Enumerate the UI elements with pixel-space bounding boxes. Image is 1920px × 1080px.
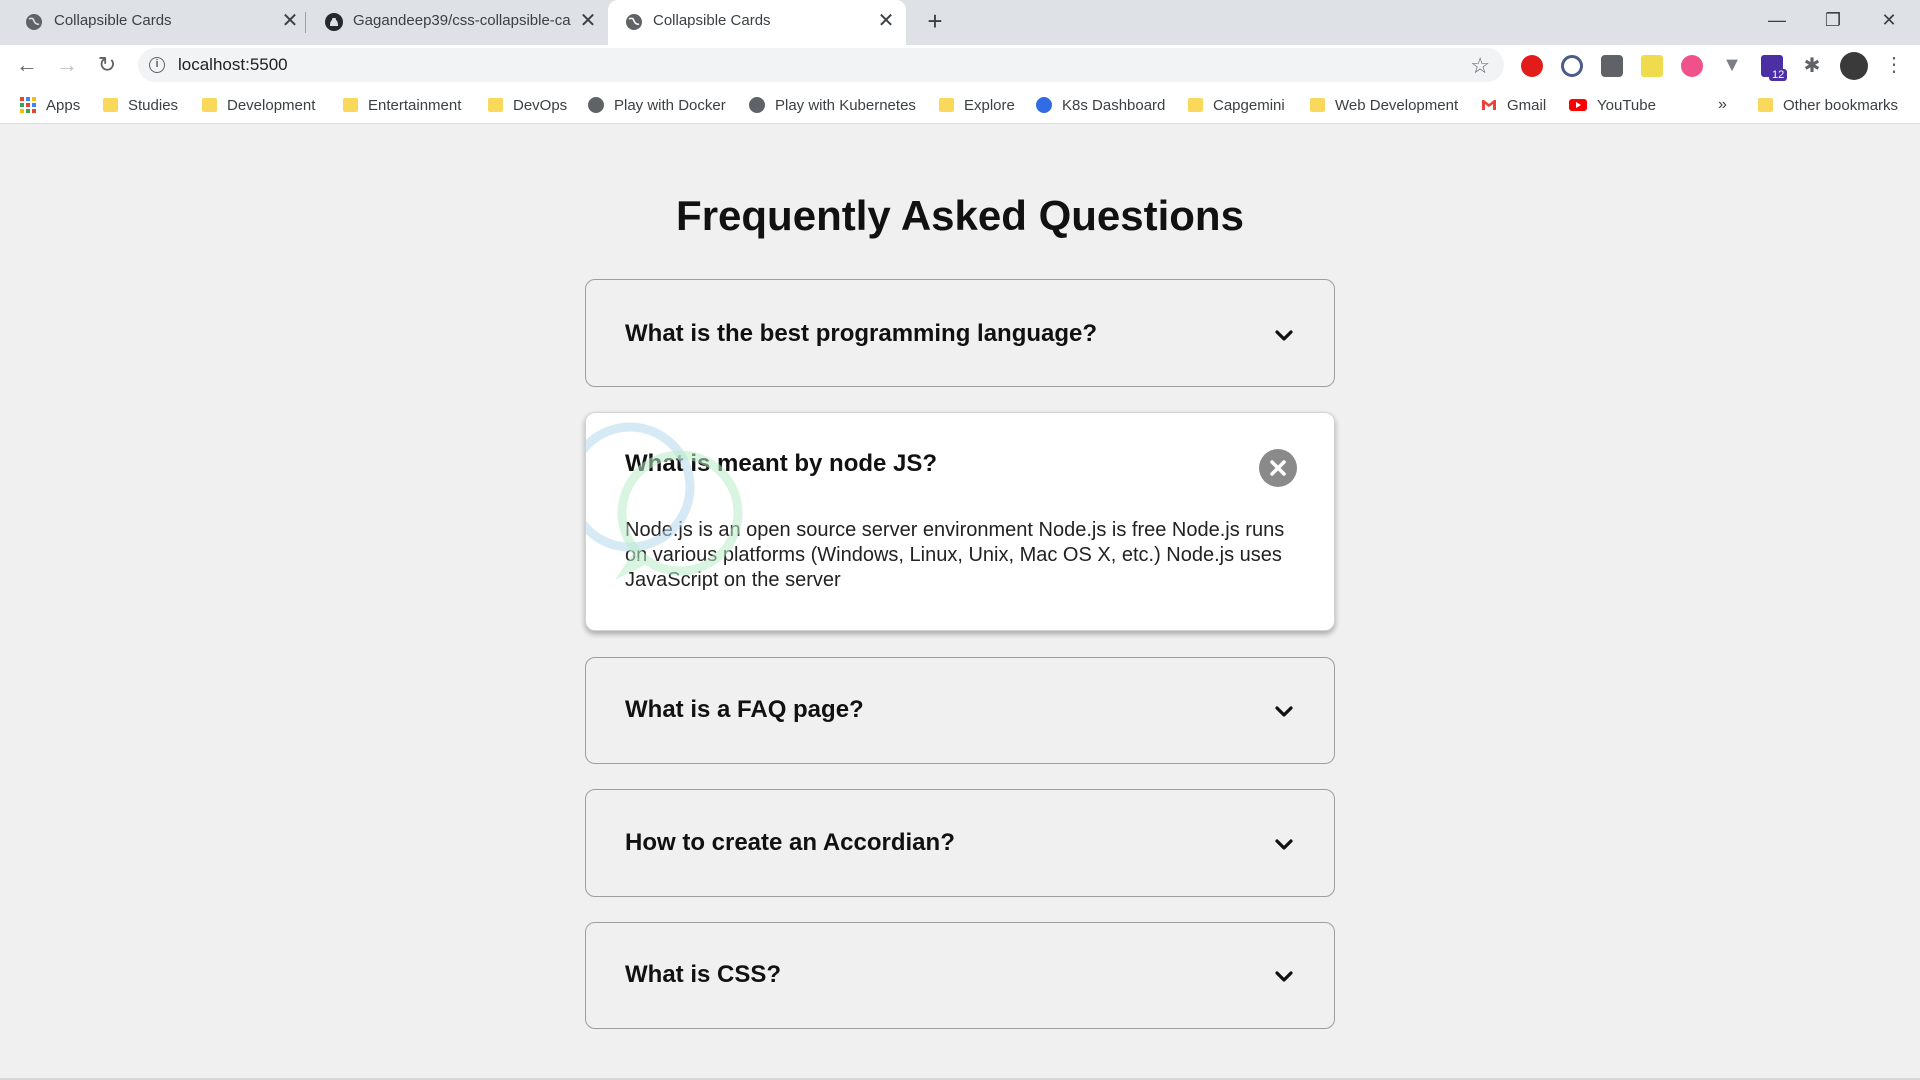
- faq-card[interactable]: What is the best programming language?: [585, 279, 1335, 387]
- bookmark-label: Other bookmarks: [1783, 96, 1899, 114]
- site-info-icon[interactable]: i: [149, 57, 165, 73]
- faq-card[interactable]: What is a FAQ page?: [585, 657, 1335, 764]
- folder-icon: [1310, 98, 1325, 112]
- chevron-down-icon[interactable]: [1272, 324, 1296, 348]
- faq-card[interactable]: What is CSS?: [585, 922, 1335, 1029]
- bookmark-explore[interactable]: Explore: [939, 95, 1015, 115]
- faq-card[interactable]: How to create an Accordian?: [585, 789, 1335, 897]
- bookmark-label: Entertainment: [368, 96, 462, 114]
- folder-icon: [343, 98, 358, 112]
- opera-extension-icon[interactable]: [1521, 55, 1543, 77]
- bookmark-play-with-kubernetes[interactable]: Play with Kubernetes: [749, 95, 916, 115]
- bookmark-studies[interactable]: Studies: [103, 95, 178, 115]
- avatar[interactable]: [1840, 52, 1868, 80]
- github-icon: [325, 13, 343, 31]
- bookmark-label: Web Development: [1335, 96, 1459, 114]
- forward-button[interactable]: →: [53, 51, 81, 79]
- folder-icon: [1758, 98, 1773, 112]
- gmail-icon: [1482, 100, 1496, 110]
- close-tab-icon[interactable]: ✕: [577, 10, 599, 32]
- page-title: Frequently Asked Questions: [676, 192, 1244, 239]
- folder-icon: [939, 98, 954, 112]
- faq-card-active[interactable]: What is meant by node JS? Node.js is an …: [585, 412, 1335, 631]
- globe-icon: [26, 14, 42, 30]
- bookmark-gmail[interactable]: Gmail: [1481, 95, 1546, 115]
- restore-button[interactable]: ❐: [1818, 5, 1848, 35]
- globe-icon: [749, 97, 765, 113]
- block-extension-icon[interactable]: [1561, 55, 1583, 77]
- tab-title: Gagandeep39/css-collapsible-ca: [353, 12, 571, 29]
- folder-icon: [103, 98, 118, 112]
- apps-grid-icon: [20, 97, 36, 113]
- faq-question: What is a FAQ page?: [625, 696, 864, 723]
- v-extension-icon[interactable]: ▼: [1721, 55, 1743, 77]
- bookmark-entertainment[interactable]: Entertainment: [343, 95, 461, 115]
- bookmark-label: Play with Docker: [614, 96, 726, 114]
- extension-icon[interactable]: [1601, 55, 1623, 77]
- bookmark-label: DevOps: [513, 96, 568, 114]
- url-text[interactable]: localhost:5500: [178, 55, 288, 75]
- faq-question: What is meant by node JS?: [625, 450, 938, 477]
- menu-kebab-icon[interactable]: ⋮: [1880, 51, 1908, 79]
- tab-strip: Collapsible Cards ✕ Gagandeep39/css-coll…: [0, 0, 1920, 45]
- browser-toolbar: ← → ↻ i localhost:5500 ☆ ▼ 12 ✱ ⋮: [0, 45, 1920, 85]
- folder-icon: [202, 98, 217, 112]
- close-tab-icon[interactable]: ✕: [875, 10, 897, 32]
- bookmark-k8s-dashboard[interactable]: K8s Dashboard: [1036, 95, 1165, 115]
- bookmark-web-development[interactable]: Web Development: [1310, 95, 1458, 115]
- address-bar[interactable]: i localhost:5500 ☆: [138, 48, 1504, 82]
- chevron-down-icon[interactable]: [1272, 700, 1296, 724]
- bookmark-youtube[interactable]: YouTube: [1569, 95, 1656, 115]
- extension-badge: 12: [1769, 69, 1788, 81]
- tab-title: Collapsible Cards: [653, 12, 771, 29]
- faq-question: How to create an Accordian?: [625, 829, 955, 856]
- bookmark-label: Apps: [46, 96, 81, 114]
- tab-title: Collapsible Cards: [54, 12, 172, 29]
- bookmark-play-with-docker[interactable]: Play with Docker: [588, 95, 726, 115]
- puzzle-extensions-icon[interactable]: ✱: [1801, 55, 1823, 77]
- minimize-button[interactable]: —: [1762, 5, 1792, 35]
- bookmark-label: Gmail: [1507, 96, 1547, 114]
- globe-icon: [588, 97, 604, 113]
- close-button[interactable]: [1259, 449, 1297, 487]
- t-extension-icon[interactable]: [1681, 55, 1703, 77]
- close-icon: [1270, 460, 1286, 476]
- bookmark-label: Studies: [128, 96, 179, 114]
- bookmark-capgemini[interactable]: Capgemini: [1188, 95, 1285, 115]
- bookmarks-bar: Apps Studies Development Entertainment D…: [0, 85, 1920, 124]
- bookmark-label: Play with Kubernetes: [775, 96, 916, 114]
- chevron-down-icon[interactable]: [1272, 965, 1296, 989]
- back-button[interactable]: ←: [13, 51, 41, 79]
- page-content: Frequently Asked Questions What is the b…: [0, 125, 1920, 1080]
- close-window-button[interactable]: ✕: [1874, 5, 1904, 35]
- bookmark-label: Capgemini: [1213, 96, 1285, 114]
- tab-collapsible-cards-active[interactable]: Collapsible Cards ✕: [608, 0, 906, 45]
- bookmark-label: Development: [227, 96, 316, 114]
- folder-icon: [1188, 98, 1203, 112]
- bookmark-other-bookmarks[interactable]: Other bookmarks: [1758, 95, 1898, 115]
- bookmark-devops[interactable]: DevOps: [488, 95, 567, 115]
- faq-question: What is the best programming language?: [625, 320, 1098, 347]
- bookmarks-overflow-button[interactable]: »: [1718, 95, 1727, 115]
- globe-icon: [626, 14, 642, 30]
- youtube-icon: [1569, 99, 1587, 111]
- js-extension-icon[interactable]: [1641, 55, 1663, 77]
- kubernetes-icon: [1036, 97, 1052, 113]
- faq-question: What is CSS?: [625, 961, 782, 988]
- bookmark-label: K8s Dashboard: [1062, 96, 1166, 114]
- bookmark-label: YouTube: [1597, 96, 1656, 114]
- tab-github-repo[interactable]: Gagandeep39/css-collapsible-ca ✕: [306, 0, 606, 45]
- tab-collapsible-cards-1[interactable]: Collapsible Cards ✕: [0, 0, 305, 45]
- close-tab-icon[interactable]: ✕: [279, 10, 301, 32]
- bookmark-star-icon[interactable]: ☆: [1470, 53, 1490, 79]
- bookmark-label: Explore: [964, 96, 1015, 114]
- folder-icon: [488, 98, 503, 112]
- new-tab-button[interactable]: +: [921, 8, 949, 36]
- bookmark-apps[interactable]: Apps: [20, 95, 80, 115]
- bookmark-development[interactable]: Development: [202, 95, 315, 115]
- chevron-down-icon[interactable]: [1272, 833, 1296, 857]
- faq-answer: Node.js is an open source server environ…: [625, 519, 1285, 591]
- overflow-chevron-icon: »: [1718, 96, 1727, 113]
- reload-button[interactable]: ↻: [93, 51, 121, 79]
